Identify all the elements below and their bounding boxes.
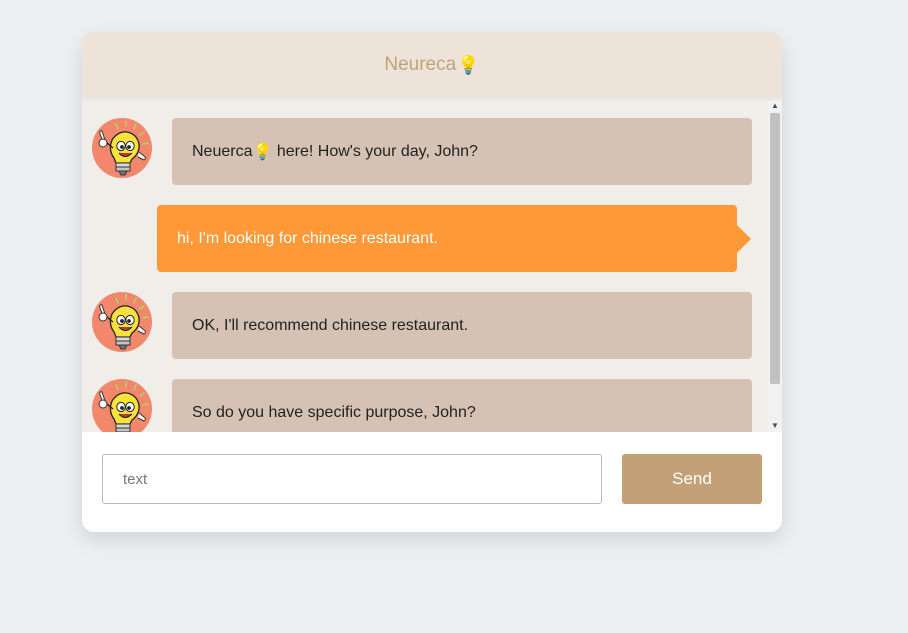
user-message: hi, I'm looking for chinese restaurant. (82, 205, 768, 272)
send-button[interactable]: Send (622, 454, 762, 504)
message-text: here! How's your day, John? (272, 142, 478, 160)
bot-name: Neuerca (192, 142, 253, 160)
lightbulb-icon: 💡 (252, 143, 273, 161)
scroll-up-arrow-icon[interactable]: ▲ (768, 98, 782, 112)
bot-message-bubble: OK, I'll recommend chinese restaurant. (172, 292, 752, 359)
lightbulb-icon: 💡 (457, 54, 480, 75)
chat-title: Neureca (384, 54, 457, 75)
bot-message: OK, I'll recommend chinese restaurant. (82, 292, 768, 359)
scrollbar-thumb[interactable] (770, 113, 780, 384)
message-list-scrollbar[interactable]: ▲ ▼ (768, 98, 782, 432)
scroll-down-arrow-icon[interactable]: ▼ (768, 418, 782, 432)
bot-message-bubble: Neuerca 💡 here! How's your day, John? (172, 118, 752, 185)
bot-message: So do you have specific purpose, John? (82, 379, 768, 432)
lightbulb-mascot-avatar (92, 379, 152, 432)
bot-message-bubble: So do you have specific purpose, John? (172, 379, 752, 432)
lightbulb-mascot-avatar (92, 292, 152, 352)
chat-window: Neureca 💡 Neuerca 💡 here! How's your day, … (82, 32, 782, 532)
message-list[interactable]: Neuerca 💡 here! How's your day, John? hi,… (82, 98, 782, 432)
user-message-bubble: hi, I'm looking for chinese restaurant. (157, 205, 737, 272)
bot-message: Neuerca 💡 here! How's your day, John? (82, 118, 768, 185)
message-text: OK, I'll recommend chinese restaurant. (192, 316, 469, 334)
message-text: So do you have specific purpose, John? (192, 403, 476, 421)
chat-input-bar: Send (82, 432, 782, 532)
chat-header: Neureca 💡 (82, 32, 782, 98)
lightbulb-mascot-avatar (92, 118, 152, 178)
message-input[interactable] (102, 454, 602, 504)
message-text: hi, I'm looking for chinese restaurant. (177, 229, 438, 247)
